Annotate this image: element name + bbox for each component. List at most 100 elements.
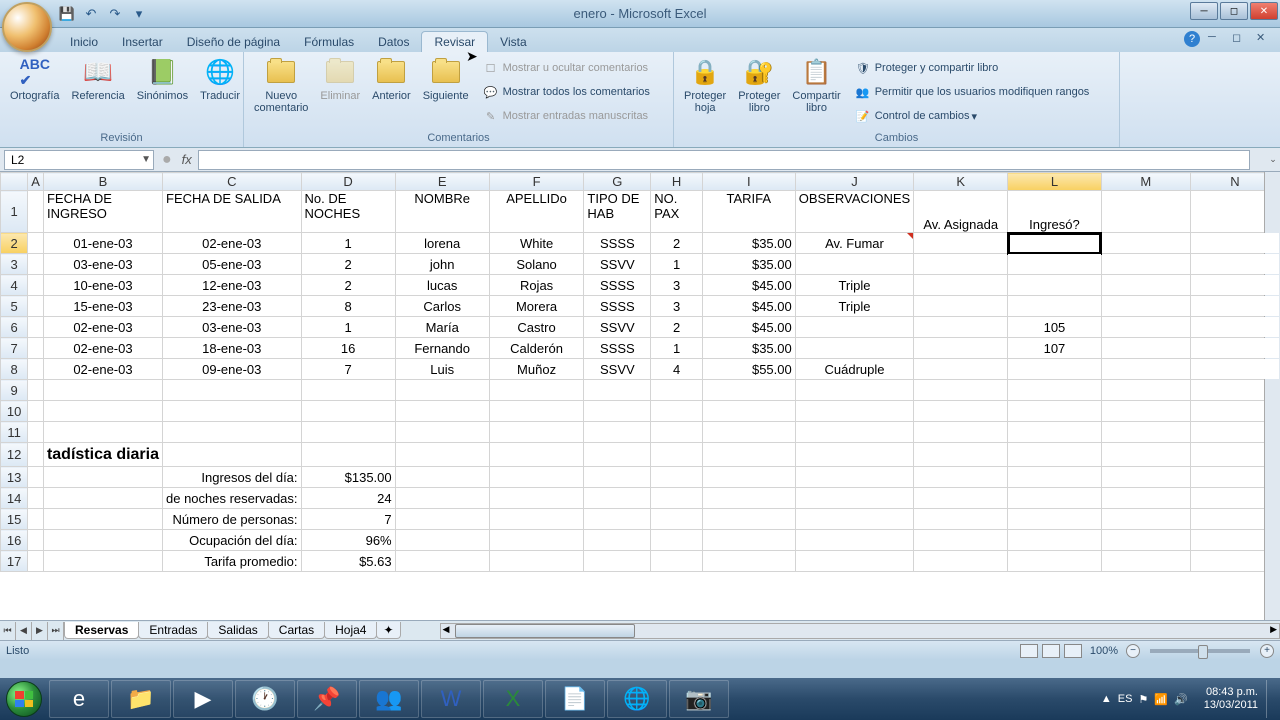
row-header-10[interactable]: 10 — [1, 401, 28, 422]
tab-nav-first-icon[interactable]: ⏮ — [0, 622, 16, 640]
cell-I3[interactable]: $35.00 — [702, 254, 795, 275]
cell-I15[interactable] — [702, 509, 795, 530]
cell-H5[interactable]: 3 — [651, 296, 703, 317]
cell-A6[interactable] — [28, 317, 44, 338]
ortografia-button[interactable]: ABC✔ Ortografía — [4, 54, 66, 104]
cell-F12[interactable] — [489, 443, 584, 467]
taskbar-notes-icon[interactable]: 📄 — [545, 680, 605, 718]
proteger-compartir-libro-button[interactable]: 🛡 Proteger y compartir libro — [851, 58, 1094, 78]
cell-C11[interactable] — [163, 422, 302, 443]
zoom-in-button[interactable]: + — [1260, 644, 1274, 658]
cell-C17[interactable]: Tarifa promedio: — [163, 551, 302, 572]
cell-E5[interactable]: Carlos — [395, 296, 489, 317]
cell-B17[interactable] — [43, 551, 162, 572]
cell-L1[interactable]: Ingresó? — [1008, 191, 1102, 233]
cell-C13[interactable]: Ingresos del día: — [163, 467, 302, 488]
minimize-button[interactable]: ─ — [1190, 2, 1218, 20]
redo-icon[interactable]: ↷ — [106, 5, 124, 23]
tab-diseno-pagina[interactable]: Diseño de página — [175, 32, 292, 52]
cell-M5[interactable] — [1101, 296, 1190, 317]
cell-B13[interactable] — [43, 467, 162, 488]
cell-K8[interactable] — [914, 359, 1008, 380]
cell-C4[interactable]: 12-ene-03 — [163, 275, 302, 296]
tab-nav-next-icon[interactable]: ▶ — [32, 622, 48, 640]
cell-B2[interactable]: 01-ene-03 — [43, 233, 162, 254]
taskbar-excel-icon[interactable]: X — [483, 680, 543, 718]
taskbar-messenger-icon[interactable]: 👥 — [359, 680, 419, 718]
office-button[interactable] — [2, 2, 52, 52]
cell-J17[interactable] — [795, 551, 914, 572]
cell-B16[interactable] — [43, 530, 162, 551]
sheet-tab-hoja4[interactable]: Hoja4 — [324, 622, 377, 639]
cell-G7[interactable]: SSSS — [584, 338, 651, 359]
cell-B11[interactable] — [43, 422, 162, 443]
cell-M7[interactable] — [1101, 338, 1190, 359]
taskbar-browser-icon[interactable]: 🌐 — [607, 680, 667, 718]
cell-D16[interactable]: 96% — [301, 530, 395, 551]
restore-window-icon[interactable]: ◻ — [1232, 31, 1248, 47]
row-header-9[interactable]: 9 — [1, 380, 28, 401]
taskbar-clock-icon[interactable]: 🕐 — [235, 680, 295, 718]
cell-J11[interactable] — [795, 422, 914, 443]
cell-C9[interactable] — [163, 380, 302, 401]
cell-E9[interactable] — [395, 380, 489, 401]
cell-G3[interactable]: SSVV — [584, 254, 651, 275]
select-all-cell[interactable] — [1, 173, 28, 191]
cell-D12[interactable] — [301, 443, 395, 467]
cell-K15[interactable] — [914, 509, 1008, 530]
cell-F5[interactable]: Morera — [489, 296, 584, 317]
cell-H1[interactable]: NO. PAX — [651, 191, 703, 233]
taskbar-pin-icon[interactable]: 📌 — [297, 680, 357, 718]
cell-F14[interactable] — [489, 488, 584, 509]
tray-network-icon[interactable]: 📶 — [1154, 693, 1168, 706]
cell-N2[interactable] — [1190, 233, 1279, 254]
cell-K5[interactable] — [914, 296, 1008, 317]
cell-K9[interactable] — [914, 380, 1008, 401]
horizontal-scrollbar[interactable]: ◀ ▶ — [440, 623, 1280, 639]
tab-insertar[interactable]: Insertar — [110, 32, 175, 52]
col-header-B[interactable]: B — [43, 173, 162, 191]
cell-C5[interactable]: 23-ene-03 — [163, 296, 302, 317]
cell-H8[interactable]: 4 — [651, 359, 703, 380]
col-header-H[interactable]: H — [651, 173, 703, 191]
cell-M13[interactable] — [1101, 467, 1190, 488]
cell-K1[interactable]: Av. Asignada — [914, 191, 1008, 233]
tab-vista[interactable]: Vista — [488, 32, 538, 52]
cell-L13[interactable] — [1008, 467, 1102, 488]
cell-G12[interactable] — [584, 443, 651, 467]
cell-G1[interactable]: TIPO DE HAB — [584, 191, 651, 233]
referencia-button[interactable]: 📖 Referencia — [66, 54, 131, 104]
cell-G11[interactable] — [584, 422, 651, 443]
anterior-comentario-button[interactable]: Anterior — [366, 54, 417, 104]
tray-clock[interactable]: 08:43 p.m.13/03/2011 — [1204, 686, 1258, 712]
cell-M14[interactable] — [1101, 488, 1190, 509]
cell-M9[interactable] — [1101, 380, 1190, 401]
cell-I17[interactable] — [702, 551, 795, 572]
cell-D2[interactable]: 1 — [301, 233, 395, 254]
cell-I10[interactable] — [702, 401, 795, 422]
row-header-16[interactable]: 16 — [1, 530, 28, 551]
maximize-button[interactable]: ◻ — [1220, 2, 1248, 20]
cell-I12[interactable] — [702, 443, 795, 467]
cell-G17[interactable] — [584, 551, 651, 572]
cell-F16[interactable] — [489, 530, 584, 551]
cell-F13[interactable] — [489, 467, 584, 488]
cell-H14[interactable] — [651, 488, 703, 509]
cell-K16[interactable] — [914, 530, 1008, 551]
cell-D14[interactable]: 24 — [301, 488, 395, 509]
cell-A2[interactable] — [28, 233, 44, 254]
col-header-G[interactable]: G — [584, 173, 651, 191]
cell-M15[interactable] — [1101, 509, 1190, 530]
cell-L4[interactable] — [1008, 275, 1102, 296]
cell-G10[interactable] — [584, 401, 651, 422]
spreadsheet-grid[interactable]: ABCDEFGHIJKLMN1FECHA DE INGRESOFECHA DE … — [0, 172, 1280, 620]
cell-E8[interactable]: Luis — [395, 359, 489, 380]
cell-I6[interactable]: $45.00 — [702, 317, 795, 338]
cell-J16[interactable] — [795, 530, 914, 551]
cell-D13[interactable]: $135.00 — [301, 467, 395, 488]
cell-G15[interactable] — [584, 509, 651, 530]
cell-C1[interactable]: FECHA DE SALIDA — [163, 191, 302, 233]
cell-M8[interactable] — [1101, 359, 1190, 380]
cell-E1[interactable]: NOMBRe — [395, 191, 489, 233]
cell-F3[interactable]: Solano — [489, 254, 584, 275]
